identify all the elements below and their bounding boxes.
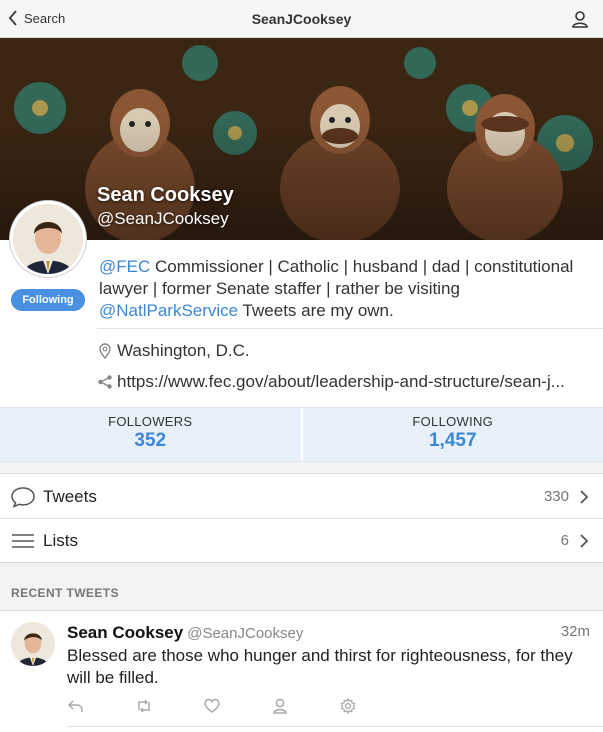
heart-icon: [204, 698, 220, 713]
lists-label: Lists: [43, 530, 78, 550]
more-options-button[interactable]: [339, 697, 407, 720]
tweets-count: 330: [543, 488, 569, 505]
followers-stat[interactable]: FOLLOWERS 352: [0, 408, 301, 461]
tweet-author-handle: @SeanJCooksey: [187, 625, 304, 642]
tweets-row[interactable]: Tweets 330: [0, 475, 603, 519]
followers-label: FOLLOWERS: [108, 414, 193, 429]
profile-stats: FOLLOWERS 352 FOLLOWING 1,457: [0, 407, 603, 462]
url-text[interactable]: https://www.fec.gov/about/leadership-and…: [117, 372, 565, 392]
divider: [67, 726, 603, 727]
like-button[interactable]: [203, 697, 271, 720]
user-icon[interactable]: [571, 10, 589, 28]
profile-url[interactable]: https://www.fec.gov/about/leadership-and…: [97, 372, 597, 392]
share-link-icon: [98, 375, 112, 389]
section-title: RECENT TWEETS: [11, 586, 119, 600]
navigation-bar: Search SeanJCooksey: [0, 0, 603, 38]
chevron-right-icon: [580, 533, 589, 548]
profile-banner: Sean Cooksey @SeanJCooksey: [0, 38, 603, 240]
tweets-label: Tweets: [43, 486, 97, 506]
reply-button[interactable]: [67, 697, 135, 720]
section-spacer: [0, 462, 603, 474]
banner-shade: [0, 38, 603, 240]
retweet-icon: [138, 699, 150, 713]
speech-bubble-icon: [11, 486, 35, 508]
tweet-header: Sean Cooksey @SeanJCooksey: [67, 623, 303, 643]
tweet-item[interactable]: Sean Cooksey @SeanJCooksey 32m Blessed ar…: [0, 611, 603, 732]
following-label: FOLLOWING: [412, 414, 494, 429]
list-icon: [12, 533, 34, 548]
retweet-button[interactable]: [135, 697, 203, 720]
following-stat[interactable]: FOLLOWING 1,457: [300, 408, 603, 461]
profile-location: Washington, D.C.: [97, 341, 250, 361]
profile-name: Sean Cooksey: [97, 184, 234, 206]
tweet-text: Blessed are those who hunger and thirst …: [67, 646, 573, 687]
chevron-right-icon: [580, 489, 589, 504]
followers-count: 352: [134, 430, 167, 451]
tweet-timestamp: 32m: [560, 623, 590, 640]
bio-text: Tweets are my own.: [238, 301, 394, 320]
gear-icon: [340, 697, 356, 715]
tweet-actions: [67, 697, 407, 720]
avatar[interactable]: [11, 622, 55, 666]
mention-link[interactable]: @FEC: [99, 257, 150, 276]
user-icon: [273, 698, 287, 714]
lists-row[interactable]: Lists 6: [0, 519, 603, 563]
bio-text: Commissioner | Catholic | husband | dad …: [99, 257, 574, 298]
tweet-author-name[interactable]: Sean Cooksey: [67, 623, 183, 642]
divider: [97, 328, 603, 329]
following-count: 1,457: [428, 430, 477, 451]
profile-bio: @FEC Commissioner | Catholic | husband |…: [99, 256, 599, 322]
reply-icon: [67, 700, 83, 712]
following-button[interactable]: Following: [11, 289, 85, 311]
profile-handle: @SeanJCooksey: [97, 209, 229, 228]
page-title: SeanJCooksey: [251, 11, 352, 27]
avatar-image: [11, 622, 55, 666]
lists-count: 6: [560, 532, 569, 549]
location-pin-icon: [99, 343, 111, 359]
recent-tweets-header: RECENT TWEETS: [0, 563, 603, 611]
profile-action-button[interactable]: [271, 697, 339, 720]
location-text: Washington, D.C.: [117, 341, 250, 360]
avatar[interactable]: [10, 201, 86, 277]
avatar-image: [13, 204, 83, 274]
mention-link[interactable]: @NatlParkService: [99, 301, 238, 320]
